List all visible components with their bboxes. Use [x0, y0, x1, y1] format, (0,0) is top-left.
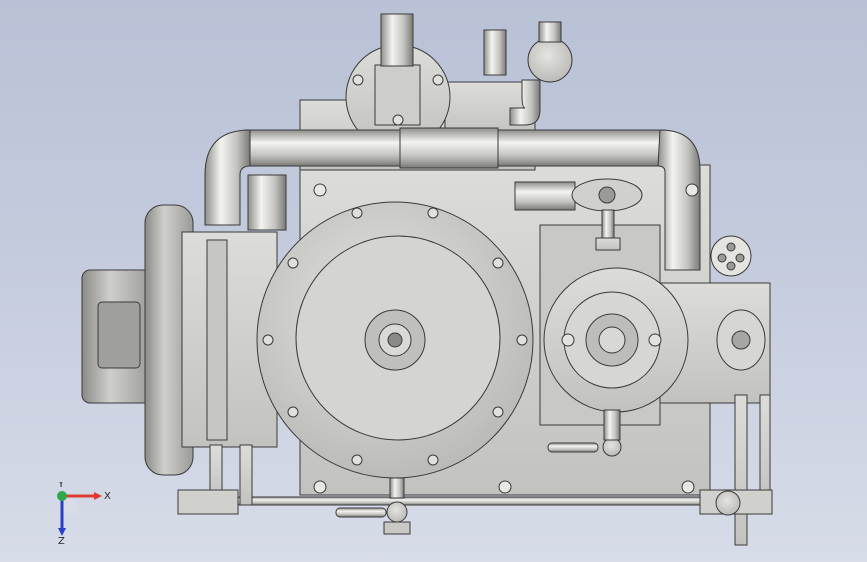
drain-outlet — [383, 521, 411, 535]
top-stub-pipe — [380, 13, 414, 67]
z-axis-arrow — [58, 528, 66, 536]
valve-body — [514, 181, 576, 211]
valve-stem-nut — [595, 237, 621, 251]
drain-valve — [386, 501, 408, 523]
left-leg — [239, 444, 253, 506]
pipe-coupling — [399, 127, 499, 169]
cover-bolt — [351, 454, 363, 466]
engine-model[interactable] — [0, 0, 867, 562]
cover-bolt — [262, 334, 274, 346]
oval-flange-bore — [731, 330, 751, 350]
pulley-boss — [97, 301, 141, 369]
z-axis-label: Z — [58, 536, 65, 544]
cover-bolt — [516, 334, 528, 346]
cover-bolt — [351, 207, 363, 219]
gauge-hole — [735, 253, 745, 263]
y-axis-dot — [57, 491, 67, 501]
frame-hole — [313, 480, 327, 494]
small-cover-stud — [561, 333, 575, 347]
left-elbow-pipe — [204, 129, 251, 226]
left-rod-block — [177, 489, 239, 515]
left-down-pipe — [247, 174, 287, 231]
drain-stem — [389, 477, 405, 499]
drain-handle — [335, 507, 387, 518]
valve-ball-cap — [538, 21, 562, 43]
cover-bolt — [287, 406, 299, 418]
valve-stub — [483, 29, 507, 76]
right-leg — [759, 394, 771, 506]
top-valve-ball — [527, 37, 573, 83]
cover-bolt — [492, 257, 504, 269]
cover-bolt — [427, 207, 439, 219]
cover-bolt — [287, 257, 299, 269]
gauge-hole — [726, 261, 736, 271]
frame-hole — [313, 183, 327, 197]
gauge-hole — [717, 253, 727, 263]
lower-cock-handle — [547, 442, 599, 453]
right-rod-ball — [715, 490, 741, 516]
top-cover-bolt — [432, 74, 444, 86]
right-leg — [734, 394, 748, 546]
cover-bolt — [492, 406, 504, 418]
top-cover-bolt — [392, 114, 404, 126]
gauge-hole — [726, 242, 736, 252]
valve-handle-bore — [598, 186, 616, 204]
x-axis-label: X — [104, 491, 111, 502]
frame-hole — [498, 480, 512, 494]
lower-cock-stem — [603, 409, 621, 441]
cad-viewport[interactable]: X Y Z — [0, 0, 867, 562]
small-shaft-bore — [598, 326, 626, 354]
cover-bolt — [427, 454, 439, 466]
y-axis-label: Y — [57, 482, 65, 490]
small-cover-stud — [648, 333, 662, 347]
x-axis-arrow — [94, 492, 102, 500]
frame-hole — [681, 480, 695, 494]
bottom-rod — [184, 496, 746, 506]
top-cover-bolt — [352, 74, 364, 86]
axis-triad: X Y Z — [57, 482, 111, 544]
main-shaft-center — [387, 332, 403, 348]
lower-cock — [602, 437, 622, 457]
gear-housing-flange — [206, 239, 228, 441]
frame-hole — [685, 183, 699, 197]
